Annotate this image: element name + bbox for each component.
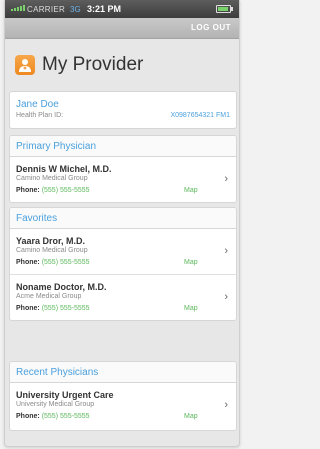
status-bar: CARRIER 3G 3:21 PM [5, 0, 239, 18]
section-title: Recent Physicians [16, 367, 99, 378]
map-link[interactable]: Map [184, 187, 198, 194]
list-item[interactable]: Noname Doctor, M.D. Acme Medical Group P… [10, 274, 236, 320]
signal-icon [11, 5, 25, 11]
list-item[interactable]: University Urgent Care University Medica… [10, 383, 236, 428]
phone-link[interactable]: (555) 555-5555 [42, 259, 90, 266]
nav-bar: LOG OUT [5, 18, 239, 39]
page-header: My Provider [5, 39, 239, 87]
carrier-label: CARRIER [27, 5, 66, 14]
page-title: My Provider [42, 54, 144, 75]
phone-line: Phone: (555) 555-5555 [16, 413, 90, 420]
phone-screen: CARRIER 3G 3:21 PM LOG OUT My Provider J… [4, 0, 240, 447]
section-header: Recent Physicians [10, 362, 236, 383]
chevron-right-icon[interactable]: › [224, 399, 228, 411]
member-name: Jane Doe [16, 99, 59, 110]
medical-group: Camino Medical Group [16, 247, 88, 254]
member-card[interactable]: Jane Doe Health Plan ID: X0987654321 FM1 [9, 91, 237, 129]
section-title: Favorites [16, 213, 58, 224]
plan-id-label: Health Plan ID: [16, 112, 64, 119]
network-label: 3G [70, 5, 81, 14]
chevron-right-icon[interactable]: › [224, 173, 228, 185]
phone-label: Phone: [16, 259, 40, 266]
facility-name: University Urgent Care [16, 390, 114, 400]
section-header: Favorites [10, 208, 236, 229]
phone-line: Phone: (555) 555-5555 [16, 305, 90, 312]
section-title: Primary Physician [16, 141, 97, 152]
phone-label: Phone: [16, 305, 40, 312]
favorites-section: Favorites Yaara Dror, M.D. Camino Medica… [9, 207, 237, 321]
list-item[interactable]: Yaara Dror, M.D. Camino Medical Group Ph… [10, 229, 236, 274]
section-header: Primary Physician [10, 136, 236, 157]
status-time: 3:21 PM [87, 4, 122, 14]
physician-name: Dennis W Michel, M.D. [16, 164, 112, 174]
medical-group: Camino Medical Group [16, 175, 88, 182]
person-icon [15, 55, 35, 75]
phone-link[interactable]: (555) 555-5555 [42, 187, 90, 194]
map-link[interactable]: Map [184, 413, 198, 420]
list-item[interactable]: Dennis W Michel, M.D. Camino Medical Gro… [10, 157, 236, 202]
physician-name: Yaara Dror, M.D. [16, 236, 86, 246]
phone-line: Phone: (555) 555-5555 [16, 259, 90, 266]
plan-id-value: X0987654321 FM1 [170, 112, 230, 119]
physician-name: Noname Doctor, M.D. [16, 282, 107, 292]
phone-line: Phone: (555) 555-5555 [16, 187, 90, 194]
phone-link[interactable]: (555) 555-5555 [42, 413, 90, 420]
chevron-right-icon[interactable]: › [224, 291, 228, 303]
phone-label: Phone: [16, 187, 40, 194]
logout-button[interactable]: LOG OUT [191, 23, 231, 32]
phone-link[interactable]: (555) 555-5555 [42, 305, 90, 312]
map-link[interactable]: Map [184, 305, 198, 312]
medical-group: Acme Medical Group [16, 293, 82, 300]
primary-physician-section: Primary Physician Dennis W Michel, M.D. … [9, 135, 237, 203]
battery-icon [216, 5, 233, 13]
chevron-right-icon[interactable]: › [224, 245, 228, 257]
map-link[interactable]: Map [184, 259, 198, 266]
recent-physicians-section: Recent Physicians University Urgent Care… [9, 361, 237, 431]
medical-group: University Medical Group [16, 401, 95, 408]
phone-label: Phone: [16, 413, 40, 420]
